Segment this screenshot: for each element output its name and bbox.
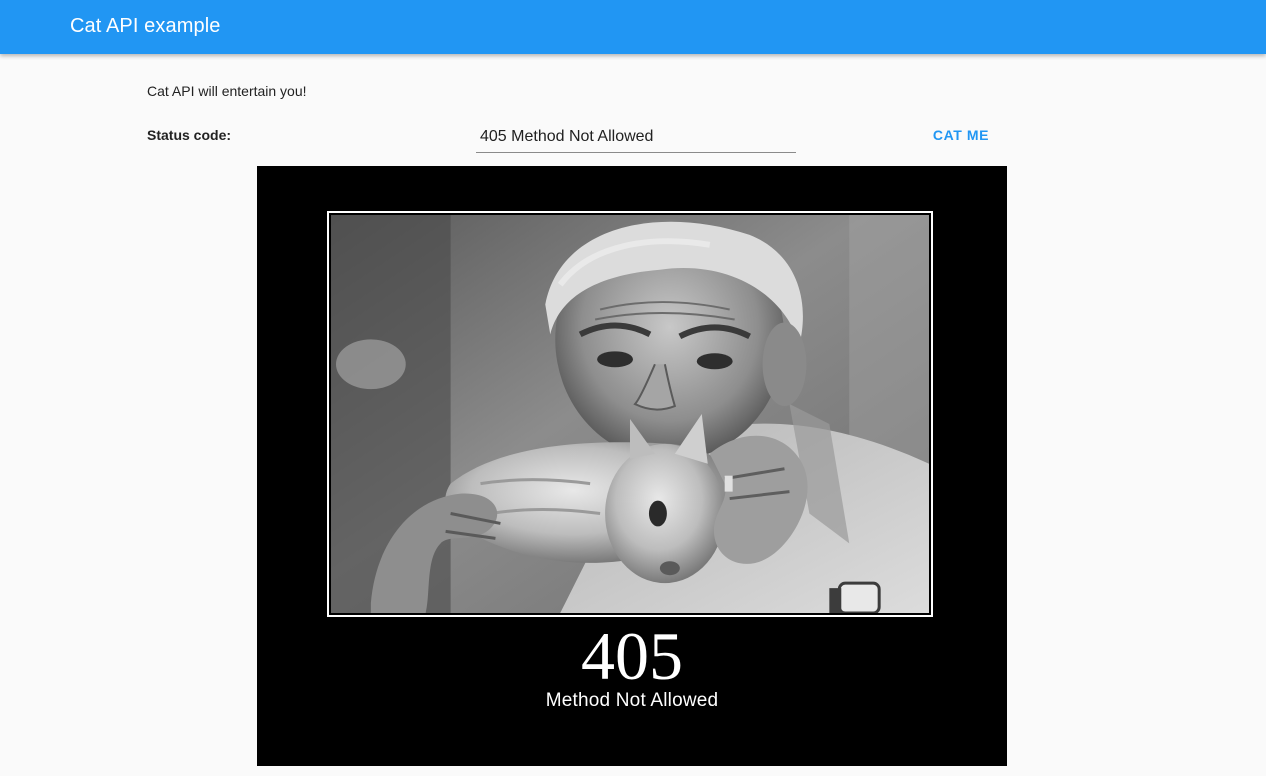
poster-status-message: Method Not Allowed [545,690,719,711]
status-code-input[interactable] [476,122,796,153]
status-code-label: Status code: [147,127,232,143]
cat-image: 405 Method Not Allowed [257,166,1007,766]
man-holding-kitten-photo [331,215,929,613]
cat-me-button[interactable]: CAT ME [924,119,998,151]
intro-text: Cat API will entertain you! [147,83,307,99]
poster-status-code: 405 [581,618,683,694]
app-bar: Cat API example [0,0,1266,54]
app-title: Cat API example [70,15,221,37]
photo-frame [327,211,933,617]
